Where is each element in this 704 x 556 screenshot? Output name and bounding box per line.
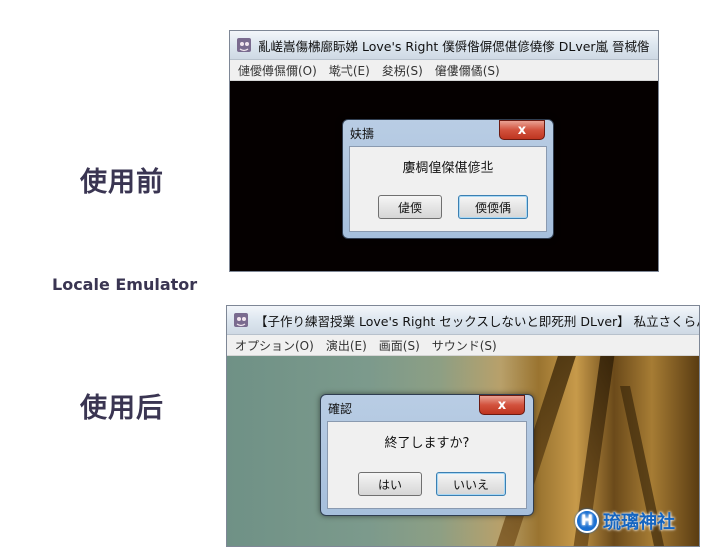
menu-bar: 僆僾僔儑儞(O) 墘弌(E) 夋柺(S) 僒僂儞僪(S) — [230, 60, 658, 81]
menu-effects[interactable]: 演出(E) — [326, 337, 367, 354]
confirm-dialog: 妋擣 x 廔椆偟傑偡偐丠 偼偄 偄偄偊 — [342, 119, 554, 239]
watermark-text: 琉璃神社 — [603, 512, 675, 533]
yes-button[interactable]: はい — [358, 472, 422, 496]
menu-screen[interactable]: 夋柺(S) — [382, 62, 423, 79]
dialog-title: 確認 — [328, 402, 353, 416]
menu-bar: オプション(O) 演出(E) 画面(S) サウンド(S) — [227, 335, 699, 356]
label-locale-emulator: Locale Emulator — [52, 275, 198, 294]
close-icon[interactable]: x — [499, 120, 545, 140]
menu-option[interactable]: 僆僾僔儑儞(O) — [238, 62, 317, 79]
app-icon — [233, 312, 249, 328]
label-after: 使用后 — [80, 393, 164, 424]
no-button[interactable]: いいえ — [436, 472, 506, 496]
close-icon[interactable]: x — [479, 395, 525, 415]
menu-screen[interactable]: 画面(S) — [379, 337, 420, 354]
watermark-logo-icon: H — [575, 509, 599, 533]
menu-sound[interactable]: 僒僂儞僪(S) — [435, 62, 500, 79]
window-title: 亂嵯嵩傷梻廍眎娣 Love's Right 僕僢偺偋偲偡偐僥偧 DLver嵐 晉… — [258, 38, 650, 54]
window-titlebar[interactable]: 【子作り練習授業 Love's Right セックスしないと即死刑 DLver】… — [227, 306, 699, 335]
no-button[interactable]: 偄偄偊 — [458, 195, 528, 219]
window-before: 亂嵯嵩傷梻廍眎娣 Love's Right 僕僢偺偋偲偡偐僥偧 DLver嵐 晉… — [229, 30, 659, 272]
menu-option[interactable]: オプション(O) — [235, 337, 314, 354]
dialog-message: 終了しますか? — [384, 436, 470, 451]
confirm-dialog: 確認 x 終了しますか? はい いいえ — [320, 394, 534, 516]
yes-button[interactable]: 偼偄 — [378, 195, 442, 219]
watermark: H 琉璃神社 — [575, 508, 675, 534]
dialog-body: 廔椆偟傑偡偐丠 偼偄 偄偄偊 — [349, 146, 547, 232]
label-before: 使用前 — [80, 167, 164, 198]
menu-effects[interactable]: 墘弌(E) — [329, 62, 370, 79]
app-icon — [236, 37, 252, 53]
dialog-message: 廔椆偟傑偡偐丠 — [402, 161, 494, 176]
window-titlebar[interactable]: 亂嵯嵩傷梻廍眎娣 Love's Right 僕僢偺偋偲偡偐僥偧 DLver嵐 晉… — [230, 31, 658, 60]
dialog-body: 終了しますか? はい いいえ — [327, 421, 527, 509]
dialog-title: 妋擣 — [350, 127, 375, 141]
menu-sound[interactable]: サウンド(S) — [432, 337, 497, 354]
window-title: 【子作り練習授業 Love's Right セックスしないと即死刑 DLver】… — [255, 313, 699, 329]
